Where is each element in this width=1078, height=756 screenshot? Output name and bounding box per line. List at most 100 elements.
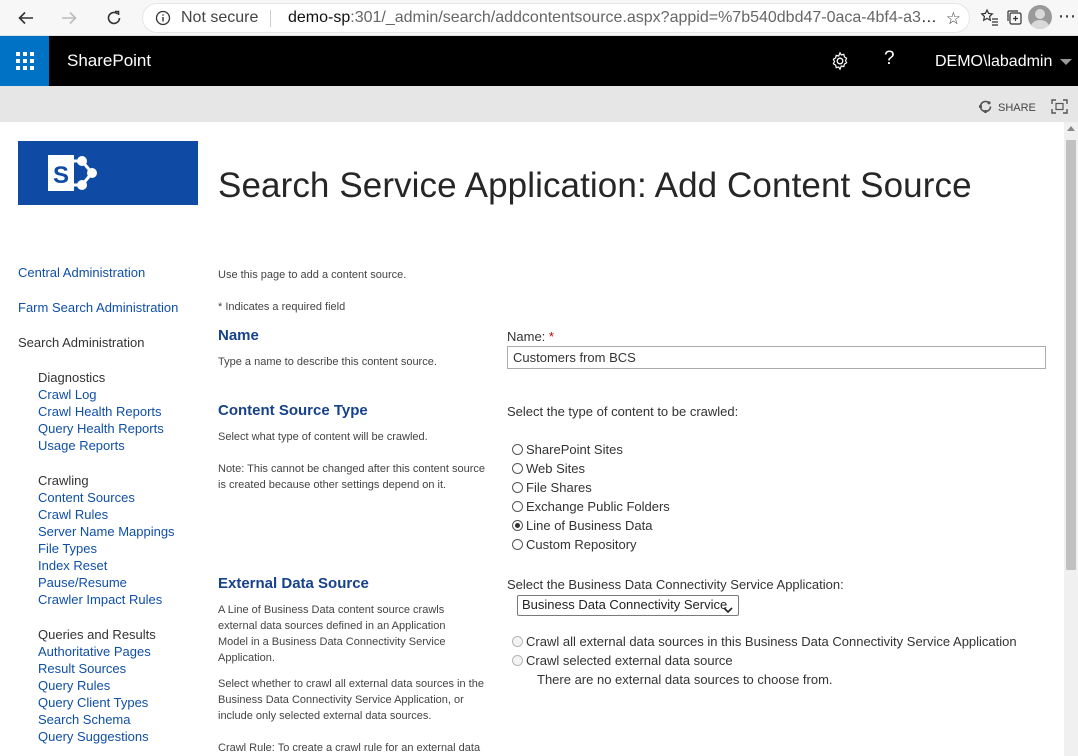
radio-label: SharePoint Sites: [526, 442, 623, 457]
scrollbar-thumb[interactable]: [1066, 140, 1076, 570]
refresh-icon[interactable]: [100, 4, 128, 32]
page-title: Search Service Application: Add Content …: [218, 166, 972, 205]
nav-authoritative-pages[interactable]: Authoritative Pages: [38, 644, 151, 659]
focus-mode-icon[interactable]: [1051, 99, 1068, 119]
forward-icon[interactable]: [55, 4, 83, 32]
external-description-3: Crawl Rule: To create a crawl rule for a…: [218, 742, 481, 754]
address-bar[interactable]: Not secure demo-sp:301/_admin/search/add…: [142, 3, 970, 33]
nav-query-rules[interactable]: Query Rules: [38, 678, 110, 693]
user-menu[interactable]: DEMO\labadmin: [935, 53, 1052, 71]
radio-button[interactable]: [512, 463, 523, 474]
security-label[interactable]: Not secure: [181, 9, 258, 27]
url-text[interactable]: demo-sp:301/_admin/search/addcontentsour…: [288, 9, 938, 27]
nav-search-administration[interactable]: Search Administration: [18, 335, 144, 350]
nav-pause-resume[interactable]: Pause/Resume: [38, 575, 127, 590]
nav-crawl-health-reports[interactable]: Crawl Health Reports: [38, 404, 162, 419]
radio-button-selected[interactable]: [512, 520, 523, 531]
radio-button[interactable]: [512, 539, 523, 550]
suite-title[interactable]: SharePoint: [67, 51, 151, 71]
nav-crawl-rules[interactable]: Crawl Rules: [38, 507, 108, 522]
settings-gear-icon[interactable]: [830, 51, 850, 76]
name-input[interactable]: [507, 346, 1046, 369]
radio-label: Line of Business Data: [526, 518, 653, 533]
nav-content-sources[interactable]: Content Sources: [38, 490, 135, 505]
nav-crawl-log[interactable]: Crawl Log: [38, 387, 97, 402]
favorites-icon[interactable]: [980, 8, 999, 32]
ribbon-bar: SHARE: [0, 86, 1078, 122]
address-divider: [270, 10, 271, 27]
nav-result-sources[interactable]: Result Sources: [38, 661, 126, 676]
name-label: Name: *: [507, 329, 554, 344]
nav-heading-diagnostics: Diagnostics: [38, 370, 106, 385]
radio-button[interactable]: [512, 444, 523, 455]
name-description: Type a name to describe this content sou…: [218, 356, 437, 368]
radio-button-disabled[interactable]: [512, 655, 523, 666]
app-launcher-icon[interactable]: [0, 36, 49, 86]
radio-file-shares[interactable]: File Shares: [512, 480, 592, 495]
profile-avatar[interactable]: [1028, 5, 1052, 29]
sharepoint-logo[interactable]: S: [18, 141, 198, 205]
radio-line-of-business-data[interactable]: Line of Business Data: [512, 518, 652, 533]
required-note: * Indicates a required field: [218, 301, 346, 313]
radio-sharepoint-sites[interactable]: SharePoint Sites: [512, 442, 623, 457]
radio-label: Crawl selected external data source: [526, 653, 733, 668]
radio-label: Crawl all external data sources in this …: [526, 634, 1017, 649]
nav-central-administration[interactable]: Central Administration: [18, 265, 145, 280]
radio-web-sites[interactable]: Web Sites: [512, 461, 585, 476]
radio-label: File Shares: [526, 480, 592, 495]
nav-search-schema[interactable]: Search Schema: [38, 712, 131, 727]
share-button[interactable]: SHARE: [978, 99, 1036, 117]
no-external-sources-message: There are no external data sources to ch…: [537, 672, 833, 687]
section-heading-name: Name: [218, 327, 259, 344]
more-options-icon[interactable]: ⋯: [1058, 6, 1076, 27]
section-heading-external-data-source: External Data Source: [218, 575, 369, 592]
external-description-2: Select whether to crawl all external dat…: [218, 678, 484, 722]
nav-crawler-impact-rules[interactable]: Crawler Impact Rules: [38, 592, 162, 607]
vertical-scrollbar[interactable]: [1064, 122, 1078, 756]
radio-button[interactable]: [512, 482, 523, 493]
radio-button-disabled[interactable]: [512, 636, 523, 647]
nav-query-suggestions[interactable]: Query Suggestions: [38, 729, 149, 744]
bdc-service-select[interactable]: Business Data Connectivity Service: [517, 595, 739, 616]
radio-label: Custom Repository: [526, 537, 637, 552]
radio-crawl-all-external[interactable]: Crawl all external data sources in this …: [512, 634, 1017, 649]
nav-query-health-reports[interactable]: Query Health Reports: [38, 421, 164, 436]
bdc-select-value: Business Data Connectivity Service: [522, 597, 728, 612]
share-label: SHARE: [998, 102, 1036, 114]
nav-index-reset[interactable]: Index Reset: [38, 558, 107, 573]
external-description-1: A Line of Business Data content source c…: [218, 604, 446, 664]
section-heading-content-source-type: Content Source Type: [218, 402, 368, 419]
favorite-star-icon[interactable]: ☆: [946, 9, 961, 29]
nav-query-client-types[interactable]: Query Client Types: [38, 695, 148, 710]
radio-custom-repository[interactable]: Custom Repository: [512, 537, 637, 552]
back-icon[interactable]: [12, 4, 40, 32]
svg-text:S: S: [53, 162, 69, 189]
chevron-down-icon: [723, 602, 733, 617]
nav-heading-queries-and-results: Queries and Results: [38, 627, 156, 642]
required-mark: *: [548, 329, 554, 344]
browser-toolbar: Not secure demo-sp:301/_admin/search/add…: [0, 0, 1078, 36]
help-icon[interactable]: ?: [884, 48, 895, 70]
info-icon[interactable]: [155, 10, 171, 31]
user-caret-icon[interactable]: [1060, 59, 1072, 65]
collections-icon[interactable]: [1005, 8, 1024, 32]
bdc-prompt: Select the Business Data Connectivity Se…: [507, 577, 844, 592]
radio-label: Exchange Public Folders: [526, 499, 670, 514]
scroll-up-icon[interactable]: [1067, 126, 1075, 131]
share-icon: [978, 99, 993, 117]
type-prompt: Select the type of content to be crawled…: [507, 404, 739, 419]
radio-exchange-public-folders[interactable]: Exchange Public Folders: [512, 499, 670, 514]
url-path: :301/_admin/search/addcontentsource.aspx…: [350, 9, 938, 26]
name-label-text: Name:: [507, 329, 546, 344]
nav-farm-search-administration[interactable]: Farm Search Administration: [18, 300, 178, 315]
nav-heading-crawling: Crawling: [38, 473, 89, 488]
radio-label: Web Sites: [526, 461, 586, 476]
type-description: Select what type of content will be craw…: [218, 431, 428, 443]
radio-button[interactable]: [512, 501, 523, 512]
nav-server-name-mappings[interactable]: Server Name Mappings: [38, 524, 175, 539]
url-host: demo-sp: [288, 9, 351, 26]
radio-crawl-selected-external[interactable]: Crawl selected external data source: [512, 653, 733, 668]
nav-usage-reports[interactable]: Usage Reports: [38, 438, 125, 453]
nav-file-types[interactable]: File Types: [38, 541, 97, 556]
intro-text: Use this page to add a content source.: [218, 269, 407, 281]
